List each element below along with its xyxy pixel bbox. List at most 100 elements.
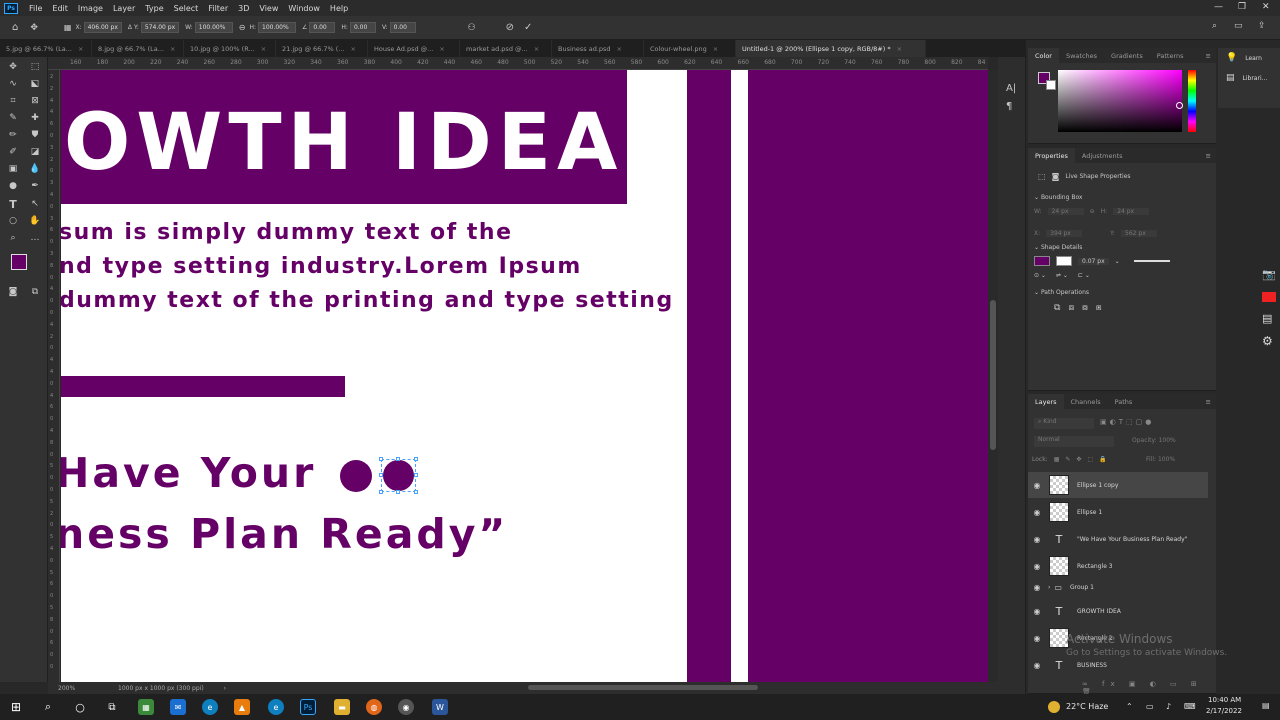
store-icon[interactable]: ▦ [138,699,154,715]
edge-icon[interactable]: e [268,699,284,715]
stroke-color-swatch[interactable] [1056,256,1072,266]
ellipse-tool-icon[interactable]: ○ [6,214,20,228]
volume-icon[interactable]: ♪ [1166,702,1171,711]
eye-icon[interactable]: ◉ [1028,583,1046,592]
transform-handle[interactable] [379,473,383,477]
headline-text[interactable]: OWTH IDEA [64,98,623,188]
frame-tool-icon[interactable]: ⊠ [28,94,42,108]
clock-date[interactable]: 2/17/2022 [1206,707,1242,715]
share-icon[interactable]: ⇪ [1258,21,1266,31]
tab-21-jpg[interactable]: 21.jpg @ 66.7% (... × [276,40,368,57]
bbox-height-field[interactable]: 24 px [1113,208,1150,215]
lasso-tool-icon[interactable]: ∿ [6,77,20,91]
layer-group-1[interactable]: ◉ › ▭ Group 1 [1028,577,1208,597]
word-icon[interactable]: W [432,699,448,715]
panel-menu-icon[interactable]: ≡ [1206,398,1216,406]
stroke-join-select[interactable]: ⊏ ⌄ [1078,272,1090,279]
bbox-width-field[interactable]: 24 px [1047,208,1084,215]
exclude-shape-icon[interactable]: ⧆ [1096,303,1102,313]
menu-image[interactable]: Image [73,4,108,13]
y-position-field[interactable]: Δ Y: 574.00 px [128,22,180,33]
tab-channels[interactable]: Channels [1064,394,1108,409]
tab-layers[interactable]: Layers [1028,394,1064,409]
photoshop-taskbar-icon[interactable]: Ps [300,699,316,715]
layer-filter-kind[interactable]: ⌕ Kind [1034,418,1094,429]
object-select-tool-icon[interactable]: ⬕ [28,77,42,91]
tab-paths[interactable]: Paths [1108,394,1140,409]
gradient-tool-icon[interactable]: ▣ [6,162,20,176]
restore-icon[interactable]: ❐ [1238,2,1246,12]
tab-business-ad[interactable]: Business ad.psd × [552,40,644,57]
more-tools-icon[interactable]: … [28,231,42,245]
clock-time[interactable]: 10:40 AM [1208,696,1241,704]
menu-type[interactable]: Type [140,4,168,13]
tab-8-jpg[interactable]: 8.jpg @ 66.7% (La... × [92,40,184,57]
search-icon[interactable]: ⌕ [40,699,56,715]
workspace-icon[interactable]: ▭ [1234,21,1243,31]
chevron-right-icon[interactable]: › [1048,584,1050,591]
blend-mode-select[interactable]: Normal [1034,436,1114,447]
tray-chevron-icon[interactable]: ⌃ [1126,702,1133,711]
obs-icon[interactable]: ◉ [398,699,414,715]
stroke-align-select[interactable]: ⊙ ⌄ [1034,272,1046,279]
panel-menu-icon[interactable]: ≡ [1206,152,1216,160]
windows-start-icon[interactable]: ⊞ [8,699,24,715]
weather-text[interactable]: 22°C Haze [1066,702,1108,711]
lock-paint-icon[interactable]: ✎ [1065,456,1070,463]
link-icon[interactable]: ⊖ [1090,208,1095,215]
layer-quote-text[interactable]: ◉ T "We Have Your Business Plan Ready" [1028,526,1208,552]
eye-icon[interactable]: ◉ [1028,481,1046,490]
stroke-cap-select[interactable]: ⇌ ⌄ [1056,272,1068,279]
tab-house-ad[interactable]: House Ad.psd @... × [368,40,460,57]
h-skew-field[interactable]: H: 0.00 [341,22,376,33]
section-path-operations[interactable]: ⌄ Path Operations [1034,289,1089,296]
intersect-shape-icon[interactable]: ⧇ [1082,303,1088,313]
quick-mask-icon[interactable]: ◙ [6,285,20,299]
body-text-line-3[interactable]: dummy text of the printing and type sett… [61,288,674,313]
home-icon[interactable]: ⌂ [12,22,18,33]
brush-tool-icon[interactable]: ✏ [6,128,20,142]
rotate-field[interactable]: ∠ 0.00 [302,22,336,33]
width-field[interactable]: W: 100.00% [185,22,233,33]
color-field[interactable] [1058,70,1183,132]
screen-mode-icon[interactable]: ⧉ [28,285,42,299]
bbox-y-field[interactable]: 562 px [1121,230,1158,237]
close-icon[interactable]: ✕ [1262,2,1270,12]
edge-icon[interactable]: e [202,699,218,715]
eraser-tool-icon[interactable]: ◪ [28,145,42,159]
panel-menu-icon[interactable]: ≡ [1206,52,1216,60]
marquee-tool-icon[interactable]: ⬚ [28,60,42,74]
tab-patterns[interactable]: Patterns [1150,48,1191,63]
cancel-transform-icon[interactable]: ⊘ [506,22,514,33]
learn-item[interactable]: 💡 Learn [1218,48,1280,68]
transform-handle[interactable] [414,490,418,494]
eye-icon[interactable]: ◉ [1028,535,1046,544]
tab-color[interactable]: Color [1028,48,1059,63]
transform-handle[interactable] [396,457,400,461]
lock-all-icon[interactable]: 🔒 [1099,456,1106,463]
character-panel-icon[interactable]: A| [1006,83,1016,94]
eye-icon[interactable]: ◉ [1028,634,1046,643]
menu-3d[interactable]: 3D [233,4,254,13]
foreground-color-swatch[interactable] [11,254,27,270]
close-icon[interactable]: × [439,45,444,53]
opacity-field[interactable]: 100% [1159,437,1176,444]
layer-filter-icons[interactable]: ▣◐T⬚▢● [1100,418,1154,426]
chevron-down-icon[interactable]: ⌄ [1115,258,1120,265]
tab-properties[interactable]: Properties [1028,148,1075,163]
layer-ellipse-1-copy[interactable]: ◉ Ellipse 1 copy [1028,472,1208,498]
transform-selection-box[interactable] [379,457,418,494]
tab-untitled-1[interactable]: Untitled-1 @ 200% (Ellipse 1 copy, RGB/8… [736,40,926,57]
stroke-type-select[interactable] [1133,260,1170,262]
hand-tool-icon[interactable]: ✋ [28,214,42,228]
eye-icon[interactable]: ◉ [1028,607,1046,616]
combine-shapes-icon[interactable]: ⧉ [1054,303,1060,313]
close-icon[interactable]: × [350,45,355,53]
layer-growth-idea[interactable]: ◉ T GROWTH IDEA [1028,598,1208,624]
eyedropper-tool-icon[interactable]: ✎ [6,111,20,125]
gear-icon[interactable]: ⚙ [1262,334,1273,348]
warp-icon[interactable]: ⚇ [468,23,476,33]
blur-tool-icon[interactable]: 💧 [28,162,42,176]
vlc-icon[interactable]: ▲ [234,699,250,715]
tab-5-jpg[interactable]: 5.jpg @ 66.7% (La... × [0,40,92,57]
